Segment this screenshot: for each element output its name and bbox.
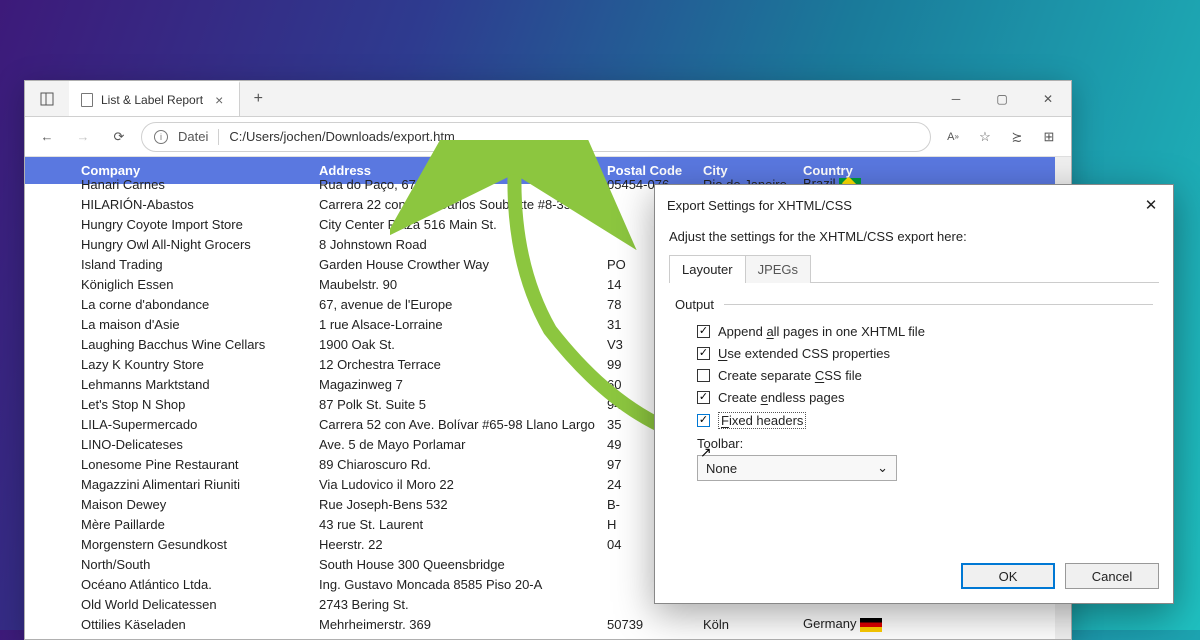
checkbox-endless[interactable]: Create endless pages (697, 390, 1153, 405)
forward-button[interactable]: → (69, 123, 97, 151)
output-section-label: Output (675, 297, 714, 312)
window-controls: ─ ▢ ✕ (933, 81, 1071, 116)
checkbox-label: Fixed headers (718, 412, 806, 429)
tab-jpegs[interactable]: JPEGs (745, 255, 811, 283)
info-icon[interactable]: i (154, 130, 168, 144)
toolbar-select[interactable]: None ⌄ (697, 455, 897, 481)
separator (218, 129, 219, 145)
tab-title: List & Label Report (101, 93, 203, 107)
back-button[interactable]: ← (33, 123, 61, 151)
checkbox-label: Create endless pages (718, 390, 845, 405)
browser-tab-active[interactable]: List & Label Report × (69, 81, 240, 116)
toolbar-select-label: Toolbar: (697, 436, 1153, 451)
checkbox-label: Append all pages in one XHTML file (718, 324, 925, 339)
new-tab-button[interactable]: + (240, 81, 276, 116)
tab-layouter[interactable]: Layouter (669, 255, 746, 283)
dialog-tabs: Layouter JPEGs (669, 254, 1159, 283)
separator (724, 304, 1153, 305)
checkbox-icon (697, 391, 710, 404)
address-bar[interactable]: i Datei C:/Users/jochen/Downloads/export… (141, 122, 931, 152)
favorites-bar-icon[interactable]: ≿ (1003, 123, 1031, 151)
favorite-icon[interactable]: ☆ (971, 123, 999, 151)
close-window-button[interactable]: ✕ (1025, 81, 1071, 116)
toolbar-select-value: None (706, 461, 737, 476)
dialog-close-button[interactable]: ✕ (1137, 193, 1165, 217)
checkbox-icon (697, 325, 710, 338)
chevron-down-icon: ⌄ (877, 460, 888, 476)
checkbox-icon (697, 414, 710, 427)
checkbox-fixed[interactable]: Fixed headers (697, 412, 1153, 429)
minimize-button[interactable]: ─ (933, 81, 979, 116)
dialog-subtitle: Adjust the settings for the XHTML/CSS ex… (669, 229, 1159, 244)
file-icon (81, 93, 93, 107)
table-row: Ottilies KäseladenMehrheimerstr. 3695073… (81, 614, 1071, 634)
cancel-button[interactable]: Cancel (1065, 563, 1159, 589)
checkbox-label: Create separate CSS file (718, 368, 862, 383)
refresh-button[interactable]: ⟳ (105, 123, 133, 151)
address-path: C:/Users/jochen/Downloads/export.htm (229, 129, 454, 144)
checkbox-icon (697, 347, 710, 360)
address-prefix: Datei (178, 129, 208, 144)
browser-toolbar: ← → ⟳ i Datei C:/Users/jochen/Downloads/… (25, 117, 1071, 157)
dialog-titlebar: Export Settings for XHTML/CSS ✕ (655, 185, 1173, 225)
browser-titlebar: List & Label Report × + ─ ▢ ✕ (25, 81, 1071, 117)
dialog-title: Export Settings for XHTML/CSS (667, 198, 852, 213)
collections-icon[interactable]: ⊞ (1035, 123, 1063, 151)
cursor-icon: ↖ (700, 444, 712, 461)
checkbox-append[interactable]: Append all pages in one XHTML file (697, 324, 1153, 339)
tab-actions-button[interactable] (25, 81, 69, 116)
ok-button[interactable]: OK (961, 563, 1055, 589)
checkbox-icon (697, 369, 710, 382)
close-tab-icon[interactable]: × (211, 92, 227, 108)
checkbox-separate[interactable]: Create separate CSS file (697, 368, 1153, 383)
maximize-button[interactable]: ▢ (979, 81, 1025, 116)
checkbox-extended[interactable]: Use extended CSS properties (697, 346, 1153, 361)
text-size-icon[interactable]: A» (939, 123, 967, 151)
export-settings-dialog: Export Settings for XHTML/CSS ✕ Adjust t… (654, 184, 1174, 604)
checkbox-label: Use extended CSS properties (718, 346, 890, 361)
